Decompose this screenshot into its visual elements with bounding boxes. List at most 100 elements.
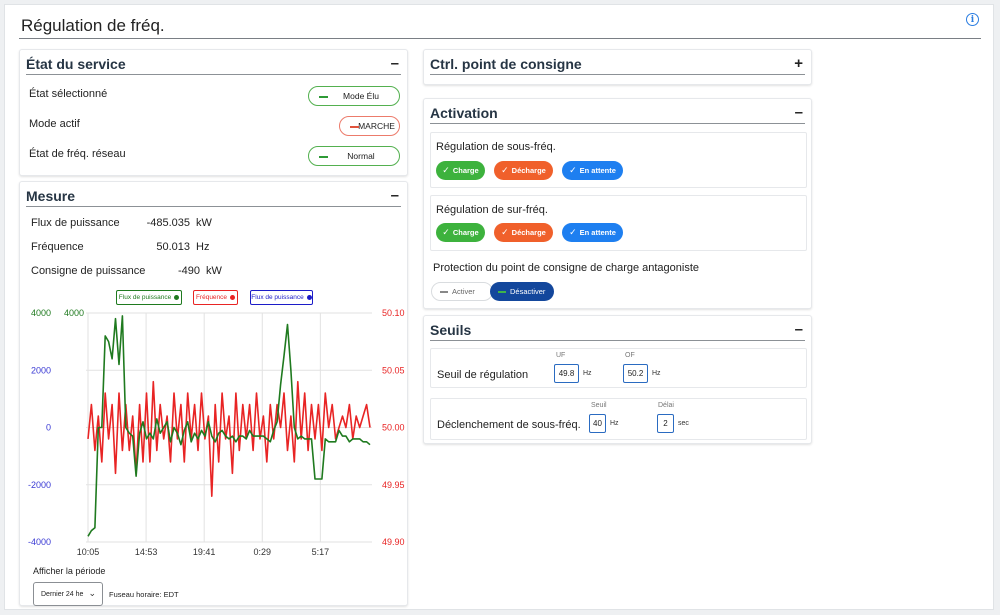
check-icon: ✓ <box>442 227 450 237</box>
ctrl-consigne-title: Ctrl. point de consigne <box>430 56 582 72</box>
legend-flux[interactable]: Flux de puissance <box>116 290 182 305</box>
consigne-puissance-unit: kW <box>206 265 222 277</box>
desactiver-option[interactable]: Désactiver <box>490 282 554 301</box>
normal-badge: Normal <box>308 146 400 166</box>
period-select[interactable]: Dernier 24 he ⌄ <box>33 582 103 606</box>
delai-label: Délai <box>658 402 674 409</box>
dash-icon <box>498 290 506 293</box>
etat-selectionne-label: État sélectionné <box>29 88 108 100</box>
flux-puissance-value: -485.035 <box>146 217 190 229</box>
flux-puissance-label: Flux de puissance <box>31 217 120 229</box>
sur-freq-charge-button[interactable]: ✓ Charge <box>436 223 485 242</box>
sur-freq-decharge-button[interactable]: ✓ Décharge <box>494 223 553 242</box>
legend-dot-icon <box>174 295 180 300</box>
uf-unit: Hz <box>583 370 592 377</box>
frequence-unit: Hz <box>196 241 210 253</box>
delai-unit: sec <box>678 420 689 427</box>
legend-dot-icon <box>306 295 312 300</box>
protection-toggle[interactable]: Activer Désactiver <box>431 282 554 301</box>
sur-freq-decharge-label: Décharge <box>511 228 546 237</box>
regulation-panel: Seuil de régulation UF 49.8 Hz OF 50.2 H… <box>430 348 807 388</box>
y-right-tick-label: 49.95 <box>382 480 405 490</box>
expand-icon[interactable]: + <box>794 54 803 74</box>
info-icon[interactable]: i <box>966 13 979 26</box>
sur-freq-panel: Régulation de sur-fréq. ✓ Charge ✓ Décha… <box>430 195 807 251</box>
ctrl-consigne-card: Ctrl. point de consigne + <box>423 49 812 85</box>
legend-frequence-label: Fréquence <box>195 294 228 301</box>
x-tick-label: 5:17 <box>312 547 330 557</box>
declenchement-title: Déclenchement de sous-fréq. <box>437 419 581 431</box>
seuils-title: Seuils <box>430 322 472 338</box>
collapse-icon[interactable]: – <box>391 186 399 206</box>
chevron-down-icon: ⌄ <box>88 588 96 598</box>
regulation-title: Seuil de régulation <box>437 369 529 381</box>
x-tick-label: 19:41 <box>193 547 216 557</box>
legend-flux-label: Flux de puissance <box>118 294 172 301</box>
collapse-icon[interactable]: – <box>391 54 399 74</box>
uf-input[interactable]: 49.8 <box>554 364 579 383</box>
activation-title: Activation <box>430 105 498 121</box>
frequence-value: 50.013 <box>156 241 190 253</box>
mode-elu-badge: Mode Élu <box>308 86 400 106</box>
mesure-header: Mesure – <box>26 186 401 207</box>
period-select-value: Dernier 24 he <box>41 590 84 598</box>
check-icon: ✓ <box>442 165 450 175</box>
marche-badge: MARCHE <box>339 116 400 136</box>
status-dash-icon <box>350 126 359 128</box>
mesure-title: Mesure <box>26 188 76 204</box>
sous-freq-charge-button[interactable]: ✓ Charge <box>436 161 485 180</box>
ctrl-consigne-header: Ctrl. point de consigne + <box>430 54 805 75</box>
sous-freq-decharge-label: Décharge <box>511 166 546 175</box>
flux-puissance-unit: kW <box>196 217 212 229</box>
y-left-tick-label: -4000 <box>28 537 51 547</box>
mesure-card: Mesure – Flux de puissance -485.035 kW F… <box>19 181 408 606</box>
timezone-label: Fuseau horaire: EDT <box>109 590 179 599</box>
activation-header: Activation – <box>430 103 805 124</box>
protection-title: Protection du point de consigne de charg… <box>433 262 700 274</box>
check-icon: ✓ <box>501 227 509 237</box>
collapse-icon[interactable]: – <box>795 103 803 123</box>
etat-freq-reseau-label: État de fréq. réseau <box>29 148 126 160</box>
status-dash-icon <box>319 96 328 98</box>
check-icon: ✓ <box>501 165 509 175</box>
consigne-puissance-value: -490 <box>177 265 200 277</box>
x-tick-label: 10:05 <box>77 547 100 557</box>
etat-service-title: État du service <box>26 56 126 72</box>
sous-freq-attente-button[interactable]: ✓ En attente <box>562 161 623 180</box>
etat-service-card: État du service – État sélectionné Mode … <box>19 49 408 176</box>
legend-flux-blue[interactable]: Flux de puissance <box>250 290 313 305</box>
x-tick-label: 14:53 <box>135 547 158 557</box>
y-right-tick-label: 50.05 <box>382 365 405 375</box>
etat-service-header: État du service – <box>26 54 401 75</box>
sous-freq-decharge-button[interactable]: ✓ Décharge <box>494 161 553 180</box>
y-left-tick-label: 0 <box>46 423 51 433</box>
seuil-label: Seuil <box>591 402 607 409</box>
of-input[interactable]: 50.2 <box>623 364 648 383</box>
status-dash-icon <box>319 156 328 158</box>
collapse-icon[interactable]: – <box>795 320 803 340</box>
marche-text: MARCHE <box>358 121 395 131</box>
delai-input[interactable]: 2 <box>657 414 674 433</box>
sous-freq-attente-label: En attente <box>579 166 616 175</box>
page-container: Régulation de fréq. i État du service – … <box>4 4 994 610</box>
page-title: Régulation de fréq. <box>21 16 165 35</box>
y-right-tick-label: 50.10 <box>382 308 405 318</box>
of-label: OF <box>625 352 635 359</box>
legend-frequence[interactable]: Fréquence <box>193 290 238 305</box>
desactiver-label: Désactiver <box>510 287 546 296</box>
seuil-input[interactable]: 40 <box>589 414 606 433</box>
legend-dot-icon <box>230 295 236 300</box>
seuil-unit: Hz <box>610 420 619 427</box>
frequence-label: Fréquence <box>31 241 84 253</box>
declenchement-panel: Déclenchement de sous-fréq. Seuil 40 Hz … <box>430 398 807 440</box>
activer-option[interactable]: Activer <box>431 282 493 301</box>
sous-freq-title: Régulation de sous-fréq. <box>436 141 556 153</box>
seuils-header: Seuils – <box>430 320 805 341</box>
legend-flux-blue-label: Flux de puissance <box>251 294 304 301</box>
mode-actif-label: Mode actif <box>29 118 80 130</box>
sur-freq-attente-button[interactable]: ✓ En attente <box>562 223 623 242</box>
y-left-tick-label: -2000 <box>28 480 51 490</box>
y-right-tick-label: 49.90 <box>382 537 405 547</box>
of-unit: Hz <box>652 370 661 377</box>
title-divider <box>19 38 981 39</box>
